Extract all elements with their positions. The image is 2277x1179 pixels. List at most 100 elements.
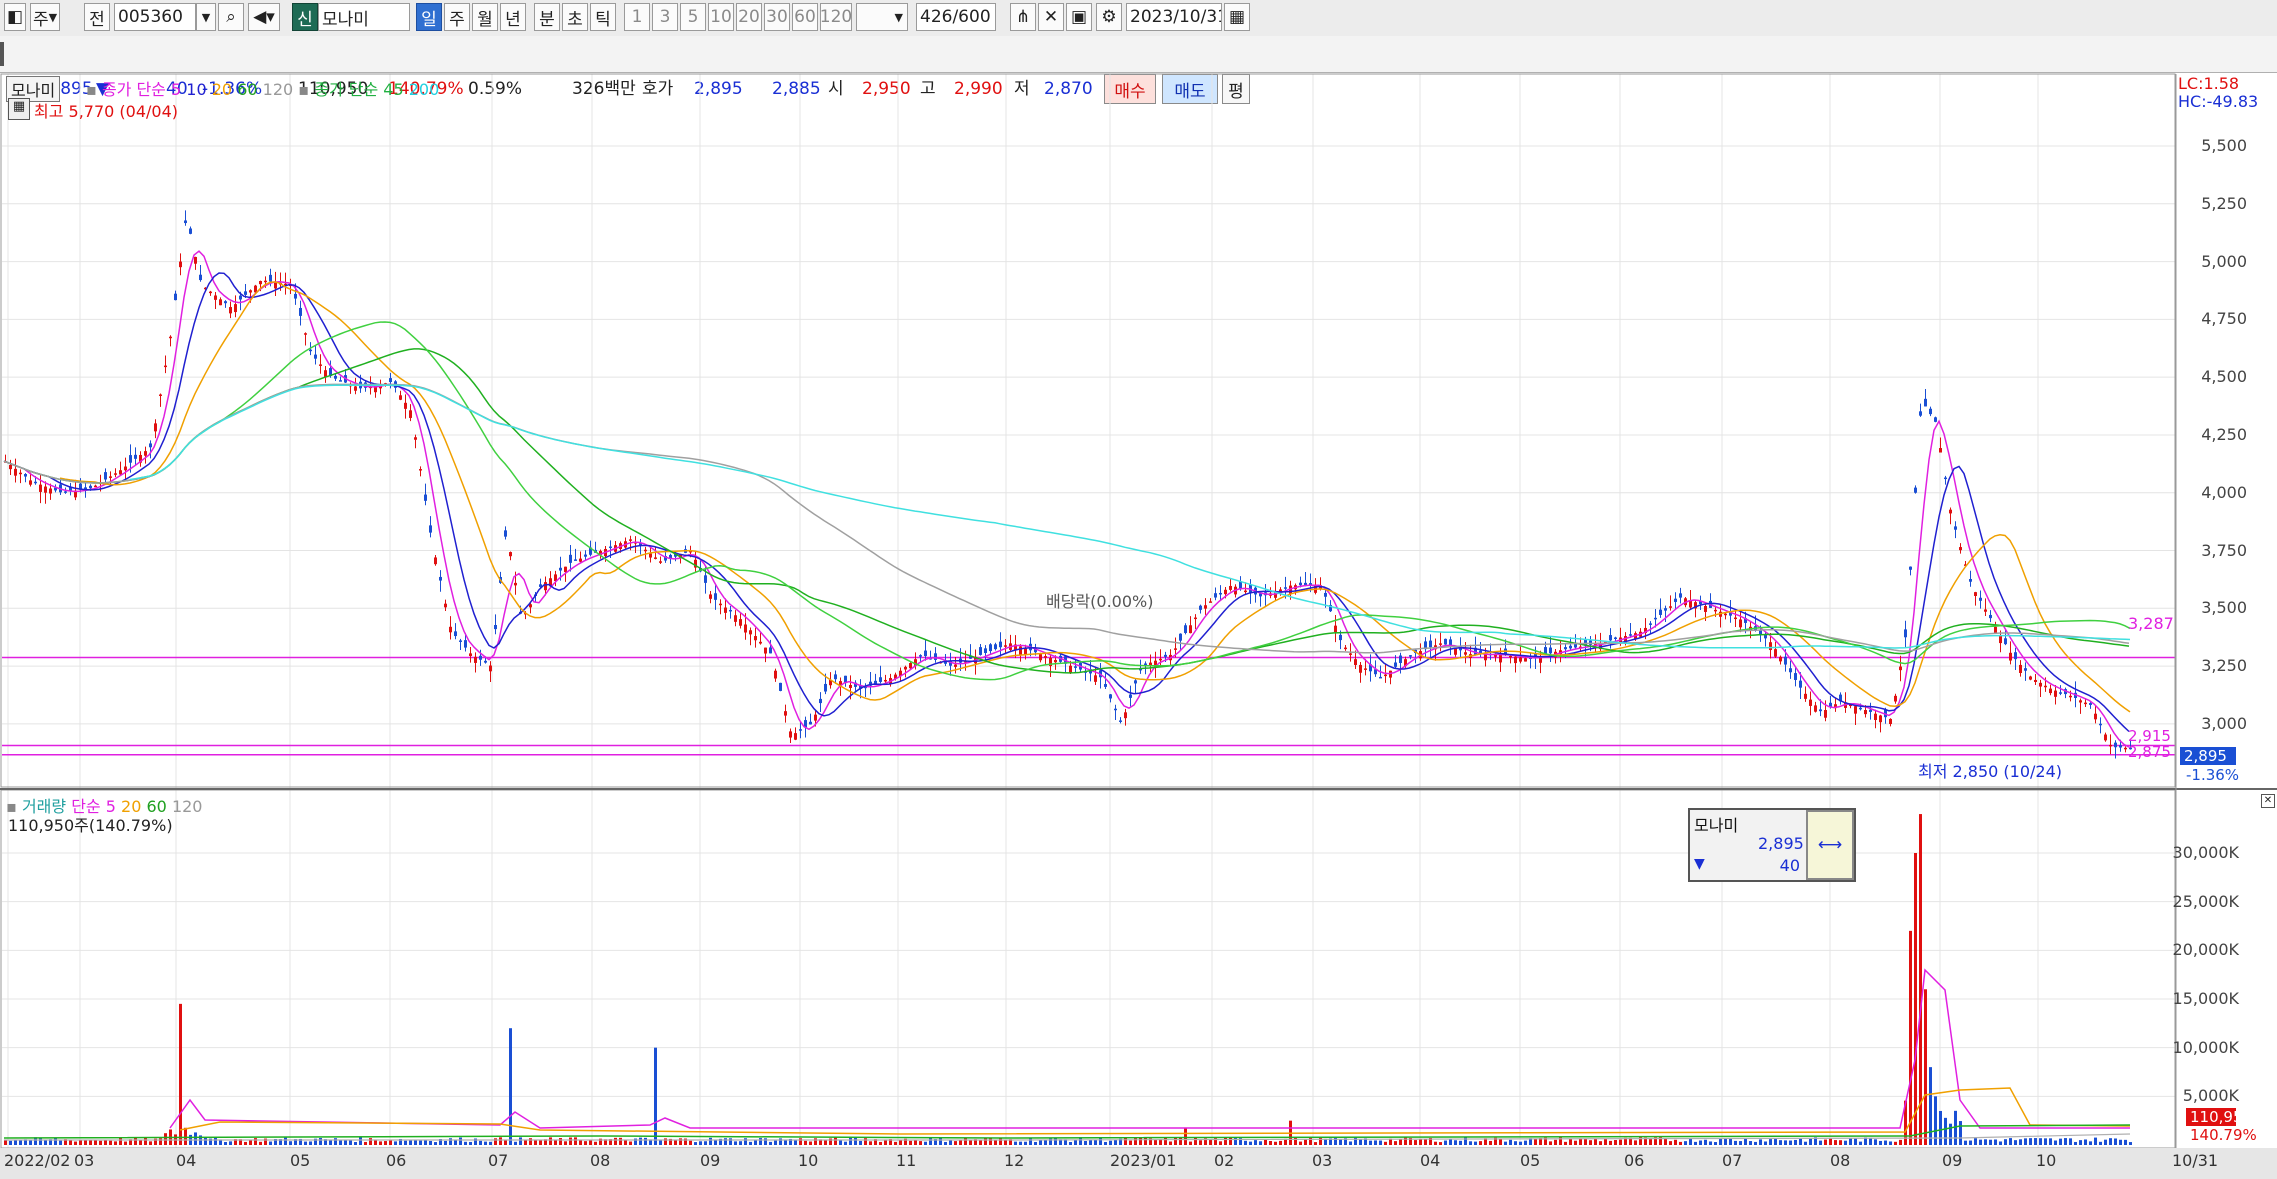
candle-body: [1739, 619, 1742, 628]
volume-bar: [1089, 1140, 1092, 1145]
x-tick: 08: [590, 1151, 611, 1170]
candle-body: [144, 451, 147, 456]
volume-bar: [1174, 1137, 1177, 1145]
volume-bar: [764, 1138, 767, 1145]
volume-bar: [2009, 1138, 2012, 1145]
candle-body: [1124, 712, 1127, 719]
volume-bar: [734, 1141, 737, 1145]
ma-20[interactable]: 20: [212, 80, 232, 99]
volume-bar: [1664, 1138, 1667, 1145]
candle-body: [1299, 582, 1302, 586]
ma-5[interactable]: 5: [171, 80, 181, 99]
volume-bar: [1979, 1139, 1982, 1145]
ma-10[interactable]: 10: [186, 80, 206, 99]
volume-bar: [989, 1138, 992, 1145]
candle-body: [2009, 652, 2012, 661]
ma-120[interactable]: 120: [263, 80, 294, 99]
volume-bar: [1784, 1140, 1787, 1145]
candle-body: [234, 304, 237, 313]
candle-body: [1999, 635, 2002, 644]
volume-bar: [99, 1140, 102, 1145]
price-tick: 4,250: [2201, 424, 2247, 444]
volume-bar: [2039, 1138, 2042, 1145]
volume-bar: [1569, 1139, 1572, 1145]
x-tick: 03: [1312, 1151, 1333, 1170]
candle-body: [2124, 747, 2127, 750]
candle-body: [109, 476, 112, 478]
candle-body: [1954, 526, 1957, 530]
candle-body: [514, 582, 517, 586]
candle-body: [1614, 637, 1617, 639]
volume-bar: [9, 1140, 12, 1145]
volume-bar: [629, 1141, 632, 1145]
volume-bar: [984, 1138, 987, 1145]
volume-bar: [224, 1141, 227, 1145]
volume-bar: [149, 1141, 152, 1145]
volume-bar: [29, 1140, 32, 1145]
volume-bar: [1649, 1139, 1652, 1145]
candle-body: [574, 559, 577, 561]
candle-body: [1399, 655, 1402, 664]
volume-bar: [159, 1138, 162, 1145]
candle-body: [1959, 547, 1962, 551]
candle-body: [44, 486, 47, 493]
volume-bar: [499, 1137, 502, 1145]
candle-body: [954, 664, 957, 667]
volume-bar: [2124, 1139, 2127, 1145]
candle-body: [2049, 688, 2052, 694]
candle-body: [1929, 408, 1932, 415]
ma45-line: [139, 321, 2131, 681]
candle-body: [884, 679, 887, 682]
volume-bar: [269, 1141, 272, 1145]
candle-body: [774, 670, 777, 679]
candle-body: [249, 290, 252, 293]
candle-body: [34, 481, 37, 484]
volume-bar: [1519, 1141, 1522, 1145]
candle-body: [1669, 606, 1672, 608]
candle-body: [254, 285, 257, 293]
candle-body: [184, 220, 187, 224]
volume-bar: [1164, 1137, 1167, 1145]
candle-body: [339, 380, 342, 382]
volume-bar: [944, 1141, 947, 1145]
vol-ma-120[interactable]: 120: [172, 797, 203, 816]
table-icon[interactable]: ▦: [8, 98, 30, 120]
lc-value: LC:1.58: [2178, 74, 2240, 93]
candle-body: [1004, 645, 1007, 647]
volume-bar: [1839, 1140, 1842, 1145]
volume-bar: [814, 1138, 817, 1145]
candle-body: [1899, 666, 1902, 671]
volume-bar: [1874, 1139, 1877, 1145]
tooltip-pin-icon[interactable]: ⟷: [1806, 810, 1854, 880]
volume-bar: [1424, 1139, 1427, 1145]
volume-bar: [494, 1138, 497, 1145]
candle-body: [1244, 590, 1247, 593]
volume-bar: [969, 1140, 972, 1145]
volume-bar: [704, 1141, 707, 1145]
volume-bar: [744, 1138, 747, 1145]
volume-bar: [1514, 1141, 1517, 1145]
volume-bar: [1334, 1137, 1337, 1145]
ma-60[interactable]: 60: [237, 80, 257, 99]
volume-bar: [79, 1139, 82, 1145]
ma-45[interactable]: 45: [383, 80, 403, 99]
candle-body: [799, 729, 802, 731]
volume-bar: [509, 1028, 512, 1145]
candle-body: [19, 472, 22, 475]
volume-bar: [119, 1137, 122, 1145]
volume-bar: [754, 1139, 757, 1145]
volume-bar: [1884, 1140, 1887, 1145]
volume-bar: [144, 1137, 147, 1145]
candle-body: [784, 711, 787, 716]
volume-bar: [1309, 1137, 1312, 1145]
candle-body: [334, 375, 337, 379]
dividend-note: 배당락(0.00%): [1046, 592, 1154, 611]
volume-bar: [469, 1141, 472, 1145]
candle-body: [1564, 647, 1567, 650]
close-icon[interactable]: ✕: [2261, 794, 2275, 808]
ma-200[interactable]: 200: [409, 80, 440, 99]
volume-bar: [2014, 1140, 2017, 1145]
volume-bar: [1459, 1140, 1462, 1145]
candle-body: [314, 354, 317, 359]
candle-body: [1104, 684, 1107, 687]
